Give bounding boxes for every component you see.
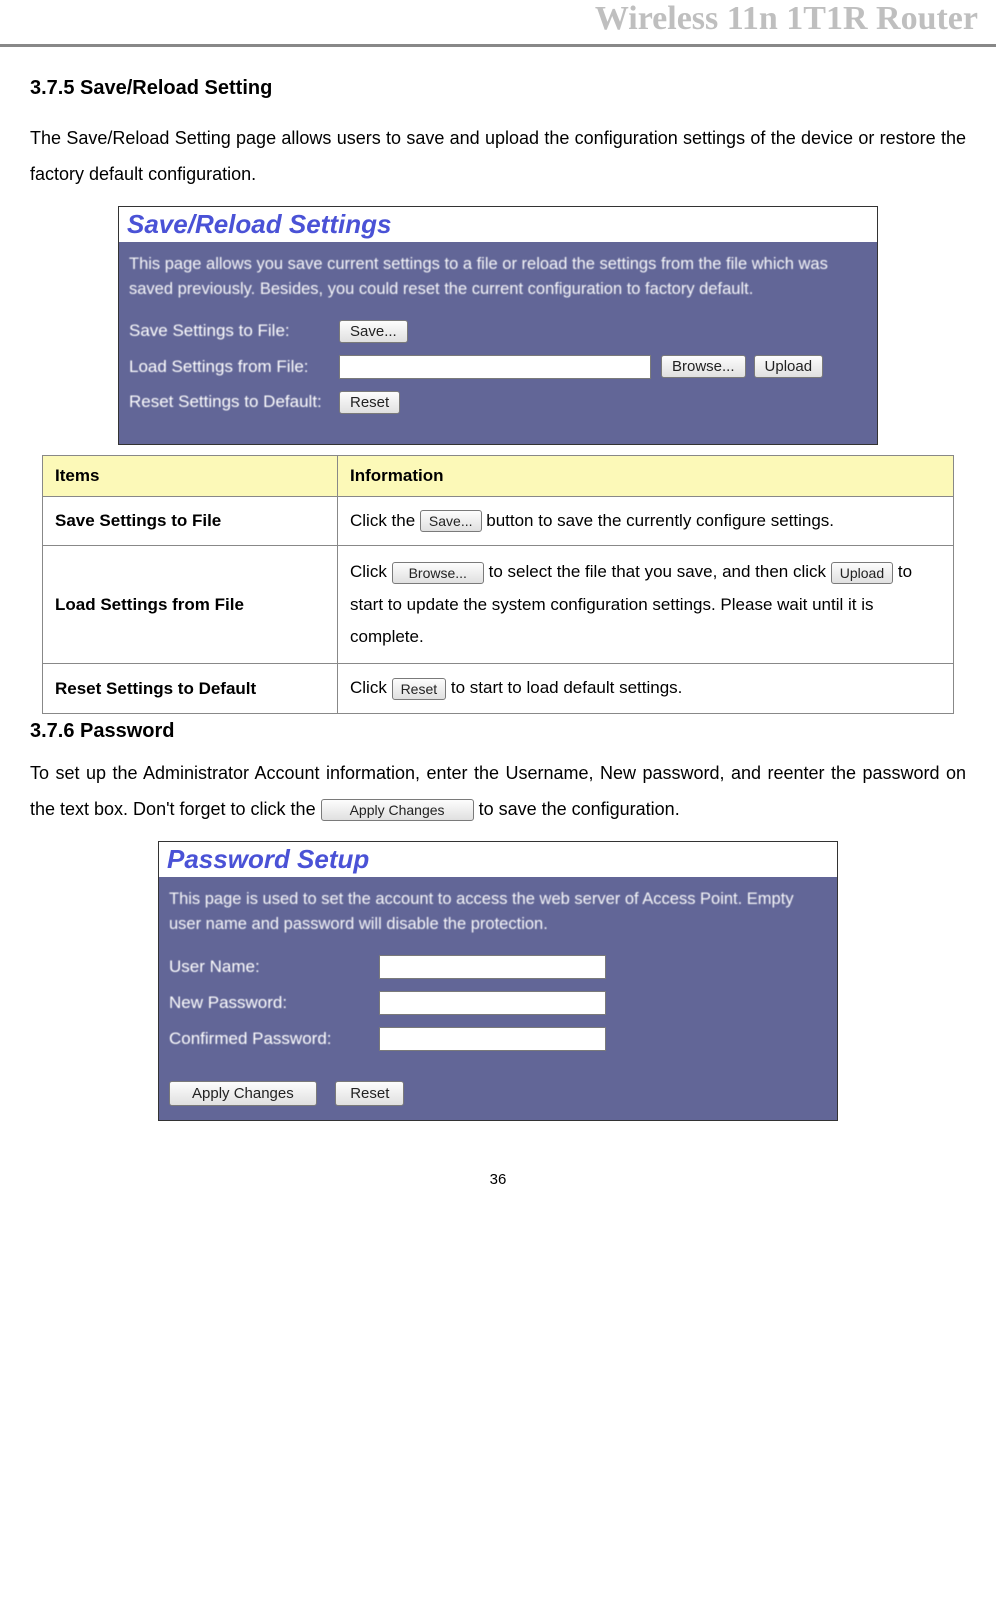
table-header-row: Items Information bbox=[43, 455, 954, 496]
section-intro: The Save/Reload Setting page allows user… bbox=[30, 120, 966, 192]
ss1-desc: This page allows you save current settin… bbox=[129, 252, 867, 302]
section-heading-save-reload: 3.7.5 Save/Reload Setting bbox=[30, 77, 966, 100]
new-password-input[interactable] bbox=[379, 991, 606, 1015]
ss1-row2-label: Load Settings from File: bbox=[129, 357, 339, 377]
th-items: Items bbox=[43, 455, 338, 496]
section2-p2: to save the configuration. bbox=[479, 799, 680, 819]
info-table: Items Information Save Settings to File … bbox=[42, 455, 954, 715]
ss1-row1-label: Save Settings to File: bbox=[129, 321, 339, 341]
row0-item: Save Settings to File bbox=[43, 496, 338, 546]
th-info: Information bbox=[338, 455, 954, 496]
table-row: Save Settings to File Click the Save... … bbox=[43, 496, 954, 546]
upload-button[interactable]: Upload bbox=[754, 355, 824, 378]
apply-changes-button[interactable]: Apply Changes bbox=[169, 1081, 317, 1106]
table-row: Reset Settings to Default Click Reset to… bbox=[43, 664, 954, 714]
password-setup-screenshot: Password Setup This page is used to set … bbox=[158, 841, 838, 1121]
row1-p1: Click bbox=[350, 562, 392, 581]
save-button[interactable]: Save... bbox=[339, 320, 408, 343]
ss1-title: Save/Reload Settings bbox=[119, 207, 877, 242]
section-heading-password: 3.7.6 Password bbox=[30, 720, 966, 743]
inline-save-button: Save... bbox=[420, 510, 482, 532]
ss2-title: Password Setup bbox=[159, 842, 837, 877]
table-row: Load Settings from File Click Browse... … bbox=[43, 546, 954, 664]
inline-reset-button: Reset bbox=[392, 678, 447, 700]
row0-p2: button to save the currently configure s… bbox=[486, 511, 834, 530]
row0-info: Click the Save... button to save the cur… bbox=[338, 496, 954, 546]
ss2-row3-label: Confirmed Password: bbox=[169, 1029, 379, 1049]
page-header: Wireless 11n 1T1R Router bbox=[0, 0, 996, 47]
save-reload-screenshot: Save/Reload Settings This page allows yo… bbox=[118, 206, 878, 445]
row2-item: Reset Settings to Default bbox=[43, 664, 338, 714]
password-reset-button[interactable]: Reset bbox=[335, 1081, 404, 1106]
row1-info: Click Browse... to select the file that … bbox=[338, 546, 954, 664]
ss1-row3-label: Reset Settings to Default: bbox=[129, 392, 339, 412]
row2-p1: Click bbox=[350, 678, 392, 697]
row1-p2: to select the file that you save, and th… bbox=[489, 562, 831, 581]
username-input[interactable] bbox=[379, 955, 606, 979]
row1-item: Load Settings from File bbox=[43, 546, 338, 664]
row2-info: Click Reset to start to load default set… bbox=[338, 664, 954, 714]
confirm-password-input[interactable] bbox=[379, 1027, 606, 1051]
ss2-desc: This page is used to set the account to … bbox=[169, 887, 827, 937]
inline-browse-button: Browse... bbox=[392, 562, 484, 584]
ss2-row2-label: New Password: bbox=[169, 993, 379, 1013]
row2-p2: to start to load default settings. bbox=[451, 678, 683, 697]
inline-apply-changes-button: Apply Changes bbox=[321, 799, 474, 821]
ss2-row1-label: User Name: bbox=[169, 957, 379, 977]
browse-button[interactable]: Browse... bbox=[661, 355, 746, 378]
load-file-input[interactable] bbox=[339, 355, 651, 379]
section2-body: To set up the Administrator Account info… bbox=[30, 755, 966, 827]
inline-upload-button: Upload bbox=[831, 562, 893, 584]
page-number: 36 bbox=[30, 1171, 966, 1188]
reset-button[interactable]: Reset bbox=[339, 391, 400, 414]
header-title: Wireless 11n 1T1R Router bbox=[595, 0, 978, 37]
row0-p1: Click the bbox=[350, 511, 420, 530]
